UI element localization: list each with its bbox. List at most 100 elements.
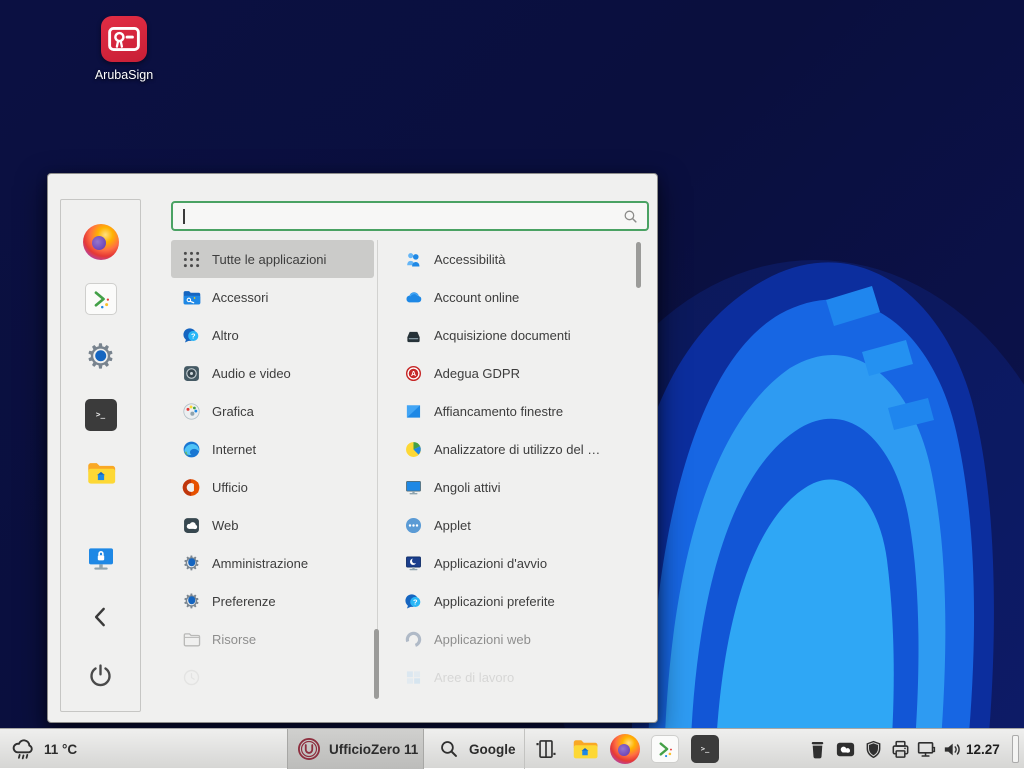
weather-applet[interactable]: 11 °C xyxy=(10,729,77,769)
taskbar-launcher-firefox[interactable] xyxy=(610,729,640,769)
favorite-lock-screen[interactable] xyxy=(61,543,140,575)
app-item[interactable]: Aree di lavoro xyxy=(393,658,639,696)
category-item[interactable]: Preferenze xyxy=(171,582,374,620)
google-search-button[interactable]: Google xyxy=(424,729,525,769)
category-item[interactable]: Ufficio xyxy=(171,468,374,506)
applet-dots-icon xyxy=(403,515,424,536)
favorite-firefox[interactable] xyxy=(61,224,140,260)
categories-list: Tutte le applicazioni Accessori ?Altro A… xyxy=(171,174,377,724)
app-item[interactable]: Accessibilità xyxy=(393,240,639,278)
app-item[interactable]: Acquisizione documenti xyxy=(393,316,639,354)
arubasign-icon xyxy=(101,16,147,62)
applications-scrollbar[interactable] xyxy=(636,242,641,288)
tray-shield[interactable] xyxy=(862,729,885,769)
app-item[interactable]: Analizzatore di utilizzo del … xyxy=(393,430,639,468)
category-item[interactable]: Grafica xyxy=(171,392,374,430)
webapp-arc-icon xyxy=(403,629,424,650)
app-item[interactable]: Affiancamento finestre xyxy=(393,392,639,430)
category-item[interactable] xyxy=(171,658,374,696)
monitor-blue-icon xyxy=(403,477,424,498)
favorite-settings-gear[interactable] xyxy=(61,340,140,374)
app-label: Applicazioni d'avvio xyxy=(434,556,547,571)
grid-icon xyxy=(181,249,202,270)
startup-apps-icon xyxy=(403,553,424,574)
software-manager-icon xyxy=(85,283,117,315)
cloud-icon xyxy=(403,287,424,308)
applications-list: Accessibilità Account online Acquisizion… xyxy=(393,174,643,724)
tray-screenshot[interactable] xyxy=(834,729,857,769)
chevron-left-icon xyxy=(88,604,114,630)
app-item[interactable]: Account online xyxy=(393,278,639,316)
app-label: Adegua GDPR xyxy=(434,366,520,381)
app-label: Affiancamento finestre xyxy=(434,404,563,419)
pie-icon xyxy=(403,439,424,460)
categories-scrollbar[interactable] xyxy=(374,629,379,699)
shield-icon xyxy=(862,738,885,761)
internet-icon xyxy=(181,439,202,460)
window-tile-icon xyxy=(403,401,424,422)
google-button-label: Google xyxy=(469,742,516,757)
workspaces-icon xyxy=(403,667,424,688)
category-item[interactable]: Tutte le applicazioni xyxy=(171,240,374,278)
category-item[interactable]: Web xyxy=(171,506,374,544)
trash-icon xyxy=(806,738,829,761)
bubble-question-icon: ? xyxy=(403,591,424,612)
clock-faint-icon xyxy=(181,667,202,688)
favorite-chevron-left[interactable] xyxy=(61,604,140,630)
firefox-icon xyxy=(610,734,640,764)
web-icon xyxy=(181,515,202,536)
app-label: Angoli attivi xyxy=(434,480,500,495)
tray-volume[interactable] xyxy=(941,729,964,769)
category-item[interactable]: Amministrazione xyxy=(171,544,374,582)
file-manager-icon xyxy=(84,456,118,490)
audio-video-icon xyxy=(181,363,202,384)
app-item[interactable]: AAdegua GDPR xyxy=(393,354,639,392)
app-item[interactable]: Applet xyxy=(393,506,639,544)
accessories-icon xyxy=(181,287,202,308)
graphics-icon xyxy=(181,401,202,422)
application-menu-window: Tutte le applicazioni Accessori ?Altro A… xyxy=(47,173,658,723)
svg-text:?: ? xyxy=(413,597,418,606)
clock-applet[interactable]: 12.27 xyxy=(966,729,1000,769)
clock-label: 12.27 xyxy=(966,742,1000,757)
taskbar-launcher-file-manager[interactable] xyxy=(570,729,600,769)
category-item[interactable]: Internet xyxy=(171,430,374,468)
scanner-icon xyxy=(403,325,424,346)
app-label: Applet xyxy=(434,518,471,533)
favorite-file-manager[interactable] xyxy=(61,456,140,490)
menu-button-label: UfficioZero 11 xyxy=(329,742,418,757)
favorite-terminal-dark[interactable] xyxy=(61,399,140,431)
bubble-question-icon: ? xyxy=(181,325,202,346)
category-item[interactable]: Audio e video xyxy=(171,354,374,392)
category-label: Audio e video xyxy=(212,366,291,381)
printer-icon xyxy=(889,738,912,761)
volume-icon xyxy=(941,738,964,761)
accessibility-icon xyxy=(403,249,424,270)
favorite-software-manager[interactable] xyxy=(61,283,140,315)
tray-printer[interactable] xyxy=(889,729,912,769)
tray-trash[interactable] xyxy=(806,729,829,769)
category-label: Tutte le applicazioni xyxy=(212,252,326,267)
tray-network[interactable] xyxy=(915,729,938,769)
taskbar-launcher-terminal-dark[interactable] xyxy=(691,729,719,769)
favorite-power[interactable] xyxy=(61,662,140,689)
folder-outline-icon xyxy=(181,629,202,650)
app-item[interactable]: ? Applicazioni preferite xyxy=(393,582,639,620)
category-label: Amministrazione xyxy=(212,556,308,571)
taskbar-launcher-window-list[interactable] xyxy=(533,729,559,769)
app-item[interactable]: Applicazioni d'avvio xyxy=(393,544,639,582)
category-item[interactable]: Accessori xyxy=(171,278,374,316)
app-label: Applicazioni preferite xyxy=(434,594,555,609)
category-item[interactable]: Risorse xyxy=(171,620,374,658)
app-item[interactable]: Angoli attivi xyxy=(393,468,639,506)
taskbar-launcher-software-manager[interactable] xyxy=(651,729,679,769)
category-item[interactable]: ?Altro xyxy=(171,316,374,354)
menu-button[interactable]: UfficioZero 11 xyxy=(287,729,424,769)
file-manager-icon xyxy=(570,734,600,764)
desktop-icon-arubasign[interactable]: ArubaSign xyxy=(78,16,170,82)
window-list-icon xyxy=(533,736,559,762)
gear-blue-icon xyxy=(181,553,202,574)
app-item[interactable]: Applicazioni web xyxy=(393,620,639,658)
show-desktop-strip[interactable] xyxy=(1012,735,1019,763)
weather-temperature: 11 °C xyxy=(44,742,77,757)
